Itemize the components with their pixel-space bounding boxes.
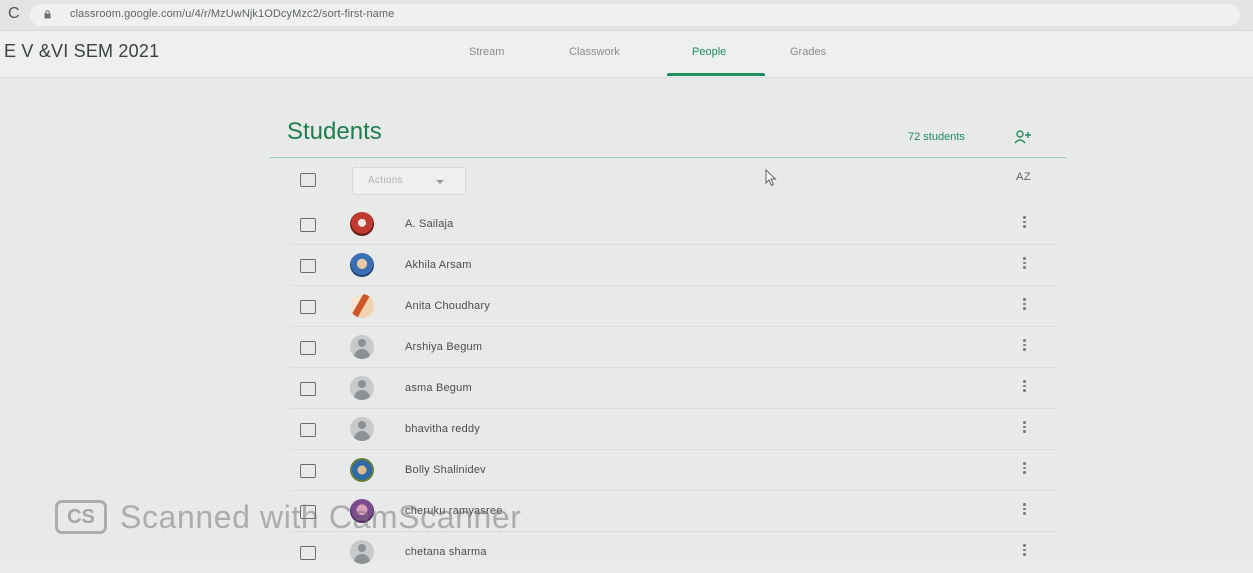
actions-dropdown[interactable]: Actions bbox=[352, 167, 466, 195]
student-name[interactable]: asma Begum bbox=[405, 382, 472, 394]
students-heading-divider bbox=[270, 157, 1066, 158]
default-avatar-icon bbox=[350, 417, 374, 441]
avatar bbox=[350, 294, 374, 318]
student-name[interactable]: Akhila Arsam bbox=[405, 259, 472, 271]
camscanner-watermark: Scanned with CamScanner bbox=[120, 499, 522, 535]
invite-students-icon[interactable] bbox=[1014, 129, 1032, 145]
more-options-icon[interactable] bbox=[1023, 503, 1027, 519]
student-name[interactable]: Arshiya Begum bbox=[405, 341, 482, 353]
student-row[interactable]: asma Begum bbox=[290, 368, 1056, 409]
tab-grades[interactable]: Grades bbox=[790, 46, 826, 58]
lock-icon bbox=[44, 10, 51, 19]
default-avatar-icon bbox=[350, 540, 374, 564]
actions-label: Actions bbox=[368, 175, 403, 186]
student-row[interactable]: Bolly Shalinidev bbox=[290, 450, 1056, 491]
student-row[interactable]: Akhila Arsam bbox=[290, 245, 1056, 286]
row-checkbox[interactable] bbox=[300, 546, 316, 560]
avatar bbox=[350, 458, 374, 482]
avatar bbox=[350, 212, 374, 236]
more-options-icon[interactable] bbox=[1023, 257, 1027, 273]
row-checkbox[interactable] bbox=[300, 382, 316, 396]
student-row[interactable]: Arshiya Begum bbox=[290, 327, 1056, 368]
student-row[interactable]: chetana sharma bbox=[290, 532, 1056, 573]
select-all-checkbox[interactable] bbox=[300, 173, 316, 187]
more-options-icon[interactable] bbox=[1023, 421, 1027, 437]
student-row[interactable]: bhavitha reddy bbox=[290, 409, 1056, 450]
browser-address-bar: C classroom.google.com/u/4/r/MzUwNjk1ODc… bbox=[0, 0, 1253, 31]
row-checkbox[interactable] bbox=[300, 423, 316, 437]
row-checkbox[interactable] bbox=[300, 259, 316, 273]
student-name[interactable]: Bolly Shalinidev bbox=[405, 464, 486, 476]
student-name[interactable]: A. Sailaja bbox=[405, 218, 453, 230]
more-options-icon[interactable] bbox=[1023, 380, 1027, 396]
active-tab-indicator bbox=[667, 73, 765, 76]
more-options-icon[interactable] bbox=[1023, 544, 1027, 560]
student-row[interactable]: A. Sailaja bbox=[290, 204, 1056, 245]
more-options-icon[interactable] bbox=[1023, 298, 1027, 314]
default-avatar-icon bbox=[350, 335, 374, 359]
class-title[interactable]: E V &VI SEM 2021 bbox=[4, 41, 159, 62]
url-text: classroom.google.com/u/4/r/MzUwNjk1ODcyM… bbox=[70, 8, 395, 20]
student-count: 72 students bbox=[908, 131, 965, 143]
row-checkbox[interactable] bbox=[300, 300, 316, 314]
student-row[interactable]: Anita Choudhary bbox=[290, 286, 1056, 327]
tab-classwork[interactable]: Classwork bbox=[569, 46, 620, 58]
url-box[interactable]: classroom.google.com/u/4/r/MzUwNjk1ODcyM… bbox=[30, 4, 1240, 26]
more-options-icon[interactable] bbox=[1023, 462, 1027, 478]
row-checkbox[interactable] bbox=[300, 218, 316, 232]
student-name[interactable]: chetana sharma bbox=[405, 546, 487, 558]
default-avatar-icon bbox=[350, 376, 374, 400]
student-name[interactable]: Anita Choudhary bbox=[405, 300, 490, 312]
tab-people[interactable]: People bbox=[692, 46, 726, 58]
reload-icon[interactable]: C bbox=[8, 5, 20, 23]
classroom-header: E V &VI SEM 2021 Stream Classwork People… bbox=[0, 31, 1253, 78]
camscanner-logo: CS bbox=[55, 500, 107, 534]
more-options-icon[interactable] bbox=[1023, 216, 1027, 232]
more-options-icon[interactable] bbox=[1023, 339, 1027, 355]
avatar bbox=[350, 253, 374, 277]
mouse-cursor-icon bbox=[765, 169, 777, 187]
students-heading: Students bbox=[287, 118, 382, 145]
row-checkbox[interactable] bbox=[300, 341, 316, 355]
row-checkbox[interactable] bbox=[300, 464, 316, 478]
student-name[interactable]: bhavitha reddy bbox=[405, 423, 480, 435]
tab-stream[interactable]: Stream bbox=[469, 46, 504, 58]
sort-az-icon[interactable]: AZ bbox=[1016, 171, 1031, 183]
chevron-down-icon bbox=[436, 180, 444, 184]
